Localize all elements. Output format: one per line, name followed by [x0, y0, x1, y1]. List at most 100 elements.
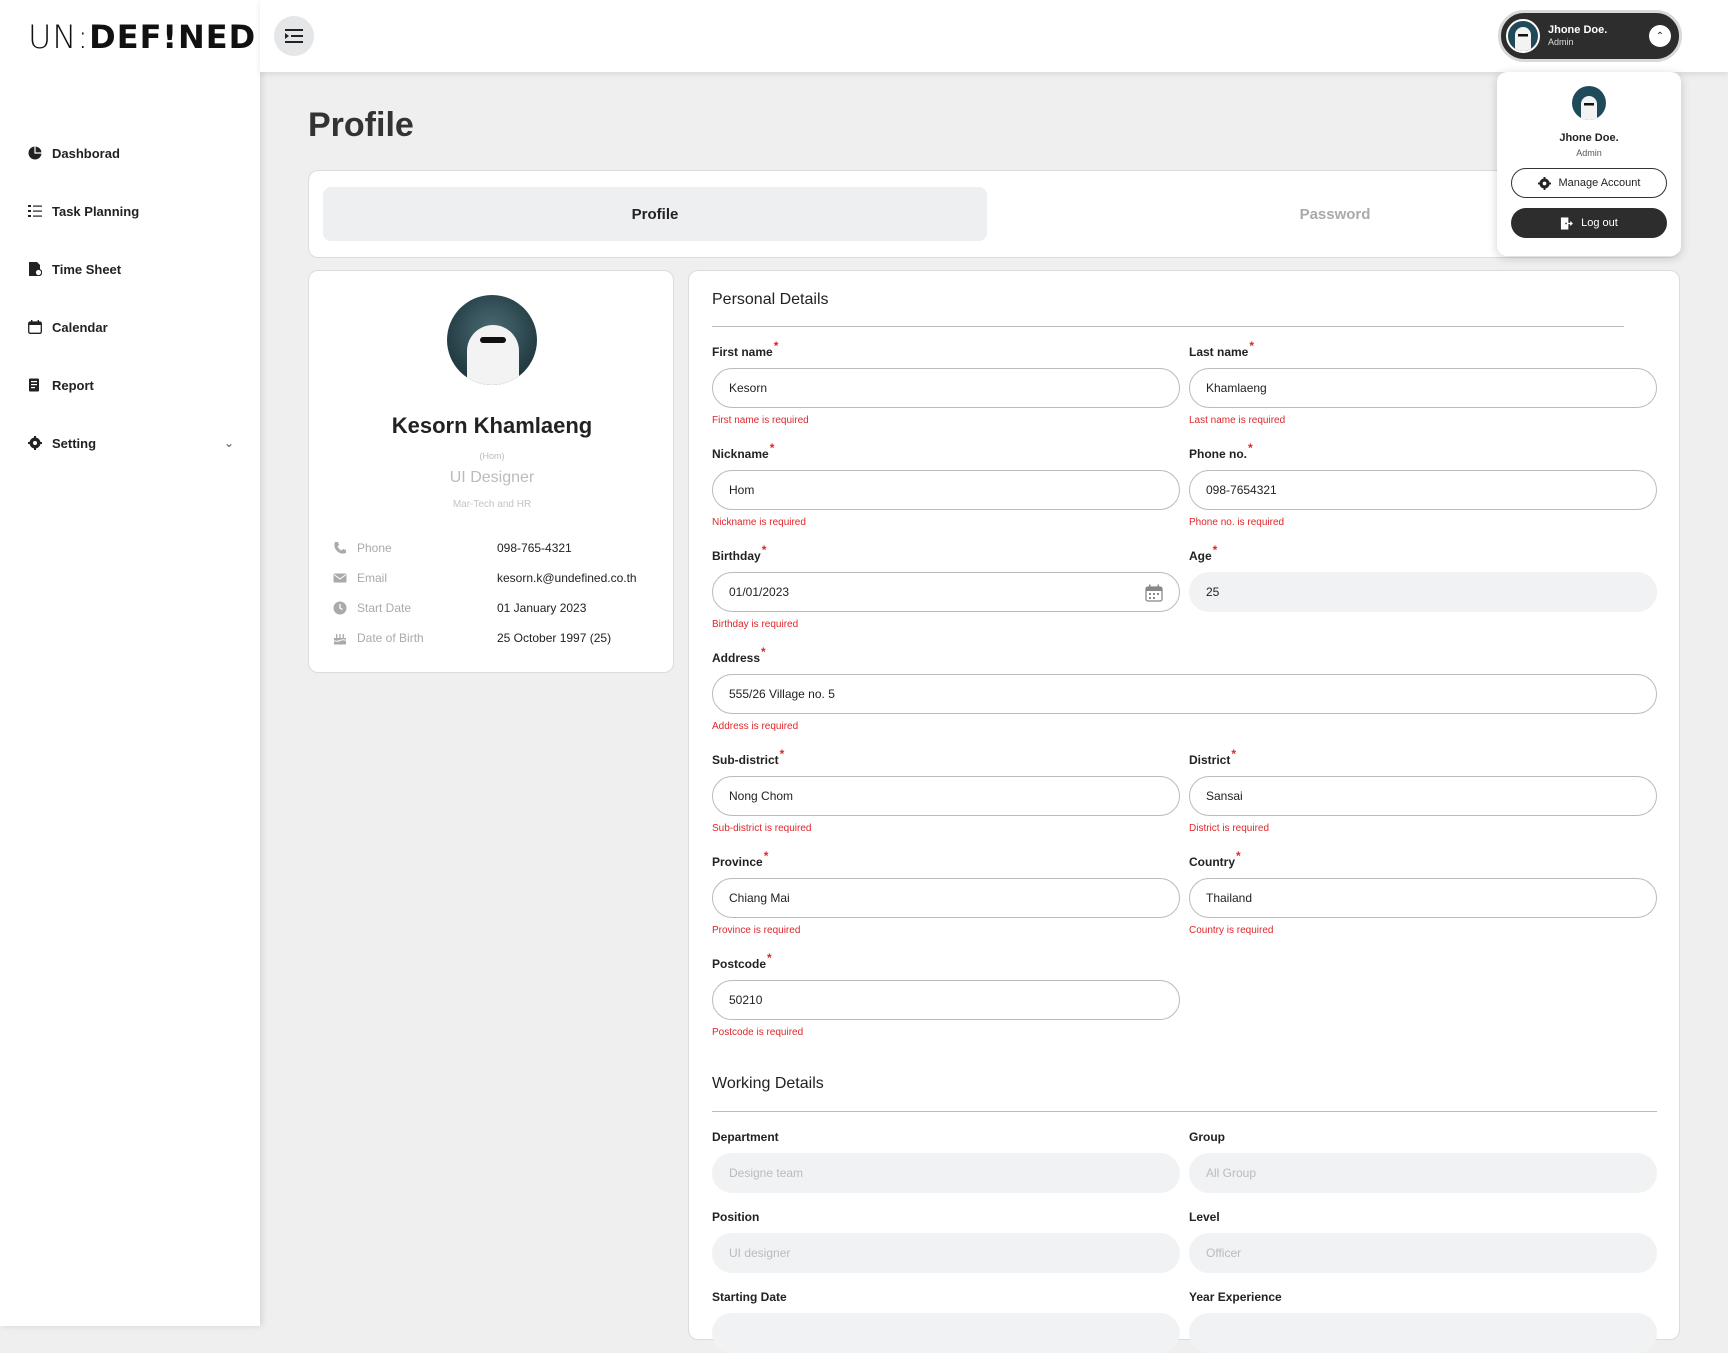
province-error: Province is required	[712, 925, 801, 936]
profile-department: Mar-Tech and HR	[452, 499, 532, 510]
ghost-figure	[467, 325, 519, 385]
section-divider	[712, 326, 1624, 327]
info-label: Start Date	[357, 601, 412, 615]
pie-chart-icon	[28, 146, 42, 160]
user-menu-button[interactable]: Jhone Doe. Admin ⌃	[1498, 10, 1682, 62]
timesheet-icon	[29, 262, 42, 276]
mail-icon	[333, 573, 347, 583]
avatar	[1572, 86, 1606, 120]
last-name-input[interactable]: Khamlaeng	[1189, 368, 1657, 408]
dropdown-user-name: Jhone Doe.	[1559, 132, 1619, 144]
logo-left: UN:	[28, 18, 90, 56]
age-label: Age*	[1189, 543, 1218, 563]
group-input: All Group	[1189, 1153, 1657, 1193]
info-row-email: Email kesorn.k@undefined.co.th	[333, 569, 653, 587]
starting-date-label: Starting Date	[712, 1290, 787, 1304]
section-divider	[712, 1111, 1657, 1112]
age-input: 25	[1189, 572, 1657, 612]
ghost-avatar-icon	[1515, 27, 1531, 51]
tabs-card: Profile Password	[308, 170, 1680, 258]
user-role: Admin	[1548, 37, 1574, 48]
report-icon	[29, 378, 39, 392]
user-name: Jhone Doe.	[1548, 24, 1608, 36]
topbar: Jhone Doe. Admin ⌃	[260, 0, 1728, 72]
info-label: Date of Birth	[357, 631, 424, 645]
birthday-input[interactable]: 01/01/2023	[712, 572, 1180, 612]
sidebar-item-task-planning[interactable]: Task Planning	[28, 182, 234, 240]
first-name-input[interactable]: Kesorn	[712, 368, 1180, 408]
level-label: Level	[1189, 1210, 1220, 1224]
user-dropdown: Jhone Doe. Admin Manage Account Log out	[1497, 72, 1681, 256]
clock-icon	[333, 601, 347, 615]
sidebar-item-time-sheet[interactable]: Time Sheet	[28, 240, 234, 298]
chevron-down-icon[interactable]: ⌄	[224, 436, 234, 450]
sidebar-item-label: Task Planning	[52, 203, 140, 219]
address-label: Address*	[712, 645, 766, 665]
last-name-error: Last name is required	[1189, 415, 1286, 426]
sidebar-nav: Dashborad Task Planning Time Sheet Calen…	[28, 124, 234, 472]
gear-icon	[28, 436, 42, 450]
info-value[interactable]: kesorn.k@undefined.co.th	[497, 571, 637, 585]
first-name-error: First name is required	[712, 415, 809, 426]
info-value: 098-765-4321	[497, 541, 572, 555]
subdistrict-input[interactable]: Nong Chom	[712, 776, 1180, 816]
country-label: Country*	[1189, 849, 1241, 869]
profile-name: Kesorn Khamlaeng	[391, 413, 593, 438]
position-input: UI designer	[712, 1233, 1180, 1273]
year-experience-input	[1189, 1313, 1657, 1353]
country-input[interactable]: Thailand	[1189, 878, 1657, 918]
district-error: District is required	[1189, 823, 1270, 834]
menu-toggle-button[interactable]	[274, 16, 314, 56]
calendar-icon[interactable]	[1145, 584, 1163, 602]
chevron-up-icon[interactable]: ⌃	[1649, 25, 1671, 47]
district-label: District*	[1189, 747, 1237, 767]
profile-position: UI Designer	[449, 469, 535, 486]
ghost-avatar-icon	[1581, 96, 1597, 120]
sidebar-item-setting[interactable]: Setting ⌄	[28, 414, 234, 472]
nickname-input[interactable]: Hom	[712, 470, 1180, 510]
nickname-error: Nickname is required	[712, 517, 806, 528]
tab-profile[interactable]: Profile	[323, 187, 987, 241]
first-name-label: First name*	[712, 339, 779, 359]
cake-icon	[333, 634, 347, 645]
district-input[interactable]: Sansai	[1189, 776, 1657, 816]
sidebar-item-calendar[interactable]: Calendar	[28, 298, 234, 356]
nickname-label: Nickname*	[712, 441, 775, 461]
profile-nickname: (Hom)	[479, 451, 505, 461]
checklist-icon	[28, 205, 42, 217]
province-input[interactable]: Chiang Mai	[712, 878, 1180, 918]
phone-label: Phone no.*	[1189, 441, 1253, 461]
sidebar-item-label: Report	[52, 377, 94, 393]
starting-date-input	[712, 1313, 1180, 1353]
logout-button[interactable]: Log out	[1511, 208, 1667, 238]
group-label: Group	[1189, 1130, 1225, 1144]
subdistrict-label: Sub-district*	[712, 747, 785, 767]
info-row-date-of-birth: Date of Birth 25 October 1997 (25)	[333, 629, 653, 647]
info-label: Email	[357, 571, 388, 585]
manage-account-button[interactable]: Manage Account	[1511, 168, 1667, 198]
sidebar-item-dashboard[interactable]: Dashborad	[28, 124, 234, 182]
sidebar-item-label: Setting	[52, 435, 97, 451]
phone-input[interactable]: 098-7654321	[1189, 470, 1657, 510]
sidebar: UN:DEF!NED Dashborad Task Planning Time …	[0, 0, 260, 1326]
info-row-start-date: Start Date 01 January 2023	[333, 599, 653, 617]
sunglasses-icon	[480, 337, 506, 343]
postcode-input[interactable]: 50210	[712, 980, 1180, 1020]
profile-card: Kesorn Khamlaeng (Hom) UI Designer Mar-T…	[308, 270, 674, 673]
brand-logo[interactable]: UN:DEF!NED	[28, 18, 256, 56]
info-row-phone: Phone 098-765-4321	[333, 539, 653, 557]
address-input[interactable]: 555/26 Village no. 5	[712, 674, 1657, 714]
logo-right: DEF!NED	[89, 18, 257, 56]
logout-label: Log out	[1581, 217, 1618, 229]
page-title: Profile	[308, 106, 414, 144]
phone-icon	[334, 542, 346, 554]
manage-account-label: Manage Account	[1558, 177, 1641, 189]
info-label: Phone	[357, 541, 392, 555]
profile-avatar	[447, 295, 537, 385]
address-error: Address is required	[712, 721, 799, 732]
details-card: Personal Details First name* Kesorn Firs…	[688, 270, 1680, 1353]
level-input: Officer	[1189, 1233, 1657, 1273]
working-details-title: Working Details	[712, 1075, 824, 1092]
birthday-error: Birthday is required	[712, 619, 799, 630]
sidebar-item-report[interactable]: Report	[28, 356, 234, 414]
